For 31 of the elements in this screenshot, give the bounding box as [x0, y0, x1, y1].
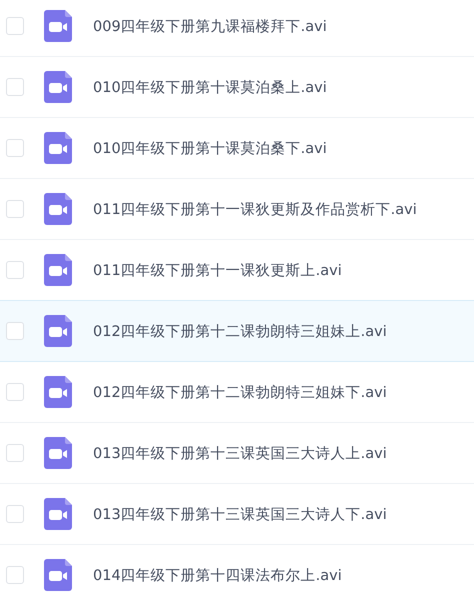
- file-name: 012四年级下册第十二课勃朗特三姐妹下.avi: [93, 384, 387, 402]
- file-name: 012四年级下册第十二课勃朗特三姐妹上.avi: [93, 322, 387, 340]
- file-name: 010四年级下册第十课莫泊桑下.avi: [93, 140, 327, 158]
- checkbox[interactable]: [6, 444, 24, 462]
- video-file-icon: [44, 376, 72, 408]
- checkbox[interactable]: [6, 200, 24, 218]
- video-file-icon: [44, 71, 72, 103]
- checkbox[interactable]: [6, 139, 24, 157]
- file-name: 011四年级下册第十一课狄更斯及作品赏析下.avi: [93, 200, 417, 218]
- video-file-icon: [44, 559, 72, 591]
- file-name: 009四年级下册第九课福楼拜下.avi: [93, 18, 327, 36]
- video-file-icon: [44, 193, 72, 225]
- video-file-icon: [44, 498, 72, 530]
- checkbox[interactable]: [6, 505, 24, 523]
- video-file-icon: [44, 132, 72, 164]
- checkbox[interactable]: [6, 322, 24, 340]
- checkbox[interactable]: [6, 566, 24, 584]
- file-name: 014四年级下册第十四课法布尔上.avi: [93, 566, 342, 584]
- checkbox[interactable]: [6, 78, 24, 96]
- file-name: 013四年级下册第十三课英国三大诗人下.avi: [93, 506, 387, 524]
- video-file-icon: [44, 254, 72, 286]
- video-file-icon: [44, 315, 72, 347]
- checkbox[interactable]: [6, 383, 24, 401]
- checkbox[interactable]: [6, 261, 24, 279]
- file-row[interactable]: 012四年级下册第十二课勃朗特三姐妹上.avi: [0, 300, 474, 362]
- video-file-icon: [44, 10, 72, 42]
- file-name: 013四年级下册第十三课英国三大诗人上.avi: [93, 444, 387, 462]
- file-name: 011四年级下册第十一课狄更斯上.avi: [93, 262, 342, 280]
- file-name: 010四年级下册第十课莫泊桑上.avi: [93, 78, 327, 96]
- checkbox[interactable]: [6, 17, 24, 35]
- video-file-icon: [44, 437, 72, 469]
